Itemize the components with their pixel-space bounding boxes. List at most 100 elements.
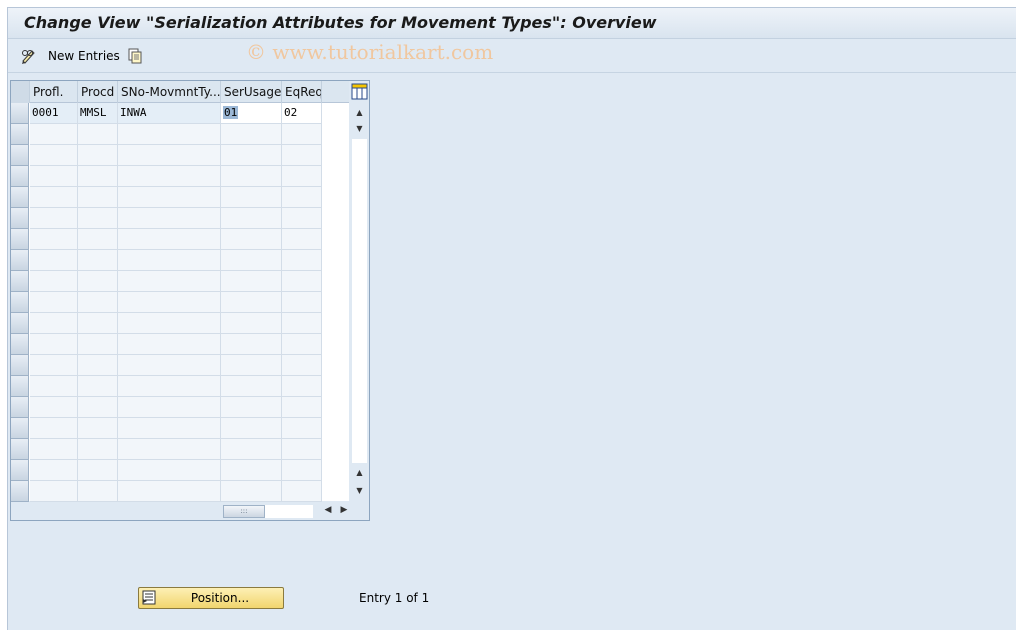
table-cell bbox=[221, 355, 282, 376]
row-select-button[interactable] bbox=[11, 229, 29, 250]
display-change-icon[interactable] bbox=[20, 46, 40, 66]
row-select-button[interactable] bbox=[11, 166, 29, 187]
scroll-up-icon[interactable]: ▲ bbox=[354, 107, 365, 118]
scroll-right-icon[interactable]: ▶ bbox=[338, 504, 350, 517]
column-header-sno-movement-type[interactable]: SNo-MovmntTy... bbox=[118, 81, 221, 103]
table-cell bbox=[221, 397, 282, 418]
table-cell bbox=[30, 166, 78, 187]
row-select-button[interactable] bbox=[11, 271, 29, 292]
row-select-button[interactable] bbox=[11, 355, 29, 376]
table-cell bbox=[78, 124, 118, 145]
table-cell bbox=[78, 397, 118, 418]
scroll-left-icon[interactable]: ◀ bbox=[322, 504, 334, 517]
row-select-button[interactable] bbox=[11, 313, 29, 334]
table-cell bbox=[221, 313, 282, 334]
position-button[interactable]: Position... bbox=[138, 587, 284, 609]
table-cell[interactable]: 0001 bbox=[30, 103, 78, 124]
table-cell bbox=[30, 124, 78, 145]
table-cell bbox=[118, 460, 221, 481]
table-row bbox=[11, 439, 349, 460]
table-row bbox=[11, 166, 349, 187]
table-cell bbox=[118, 313, 221, 334]
table-cell bbox=[78, 166, 118, 187]
table-cell bbox=[30, 418, 78, 439]
row-select-button[interactable] bbox=[11, 103, 29, 124]
column-header-procd[interactable]: Procd bbox=[78, 81, 118, 103]
table-cell bbox=[30, 334, 78, 355]
table-cell bbox=[221, 271, 282, 292]
watermark: © www.tutorialkart.com bbox=[246, 40, 494, 64]
page-up-icon[interactable]: ▲ bbox=[354, 467, 365, 478]
row-select-button[interactable] bbox=[11, 481, 29, 502]
select-all-header[interactable] bbox=[11, 81, 30, 103]
scroll-track[interactable] bbox=[352, 139, 367, 463]
page-down-icon[interactable]: ▼ bbox=[354, 123, 365, 134]
table-cell bbox=[221, 145, 282, 166]
table-cell bbox=[78, 460, 118, 481]
table-cell bbox=[78, 208, 118, 229]
table-cell bbox=[78, 418, 118, 439]
table-cell bbox=[78, 313, 118, 334]
row-select-button[interactable] bbox=[11, 334, 29, 355]
table-cell bbox=[221, 208, 282, 229]
row-select-button[interactable] bbox=[11, 208, 29, 229]
table-cell bbox=[221, 439, 282, 460]
table-cell bbox=[30, 229, 78, 250]
table-cell bbox=[30, 271, 78, 292]
table-row bbox=[11, 397, 349, 418]
column-header-profl[interactable]: Profl. bbox=[30, 81, 78, 103]
position-button-label: Position... bbox=[190, 591, 250, 605]
table-cell bbox=[282, 124, 322, 145]
table-settings-icon[interactable] bbox=[351, 83, 368, 100]
table-cell bbox=[78, 187, 118, 208]
column-header-serusage[interactable]: SerUsage bbox=[221, 81, 282, 103]
table-row bbox=[11, 460, 349, 481]
copy-as-icon[interactable] bbox=[127, 46, 147, 66]
table-cell bbox=[30, 376, 78, 397]
table-cell bbox=[118, 145, 221, 166]
vertical-scrollbar[interactable]: ▲ ▼ ▲ ▼ bbox=[350, 81, 369, 501]
table-cell bbox=[282, 334, 322, 355]
row-select-button[interactable] bbox=[11, 439, 29, 460]
table-cell bbox=[30, 481, 78, 502]
table-row bbox=[11, 376, 349, 397]
table-cell bbox=[118, 292, 221, 313]
table-cell bbox=[221, 124, 282, 145]
column-header-eqreq[interactable]: EqReq bbox=[282, 81, 322, 103]
table-cell bbox=[30, 439, 78, 460]
row-select-button[interactable] bbox=[11, 145, 29, 166]
table-cell[interactable]: 02 bbox=[282, 103, 322, 124]
row-select-button[interactable] bbox=[11, 397, 29, 418]
row-select-button[interactable] bbox=[11, 124, 29, 145]
table-cell bbox=[78, 481, 118, 502]
table-cell[interactable]: INWA bbox=[118, 103, 221, 124]
application-toolbar: New Entries © www.tutorialkart.com bbox=[8, 40, 1016, 73]
row-select-button[interactable] bbox=[11, 418, 29, 439]
table-row bbox=[11, 250, 349, 271]
table-row bbox=[11, 271, 349, 292]
table-cell bbox=[118, 208, 221, 229]
scroll-down-icon[interactable]: ▼ bbox=[354, 485, 365, 496]
new-entries-button[interactable]: New Entries bbox=[48, 46, 120, 66]
table-cell bbox=[30, 355, 78, 376]
table-cell bbox=[118, 166, 221, 187]
table-cell bbox=[118, 355, 221, 376]
row-select-button[interactable] bbox=[11, 460, 29, 481]
row-select-button[interactable] bbox=[11, 250, 29, 271]
table-cell[interactable]: 01 bbox=[221, 103, 282, 124]
table-cell[interactable]: MMSL bbox=[78, 103, 118, 124]
table-cell bbox=[118, 187, 221, 208]
row-select-button[interactable] bbox=[11, 292, 29, 313]
table-row bbox=[11, 334, 349, 355]
scroll-thumb[interactable]: ::: bbox=[223, 505, 265, 518]
table-cell bbox=[78, 292, 118, 313]
row-select-button[interactable] bbox=[11, 376, 29, 397]
table-cell bbox=[30, 313, 78, 334]
row-select-button[interactable] bbox=[11, 187, 29, 208]
title-bar: Change View "Serialization Attributes fo… bbox=[8, 8, 1016, 39]
horizontal-scroll-track[interactable] bbox=[265, 505, 313, 518]
table-cell bbox=[282, 271, 322, 292]
horizontal-scrollbar[interactable]: ::: ◀ ▶ bbox=[221, 503, 349, 519]
entry-counter: Entry 1 of 1 bbox=[359, 591, 430, 605]
table-row bbox=[11, 418, 349, 439]
